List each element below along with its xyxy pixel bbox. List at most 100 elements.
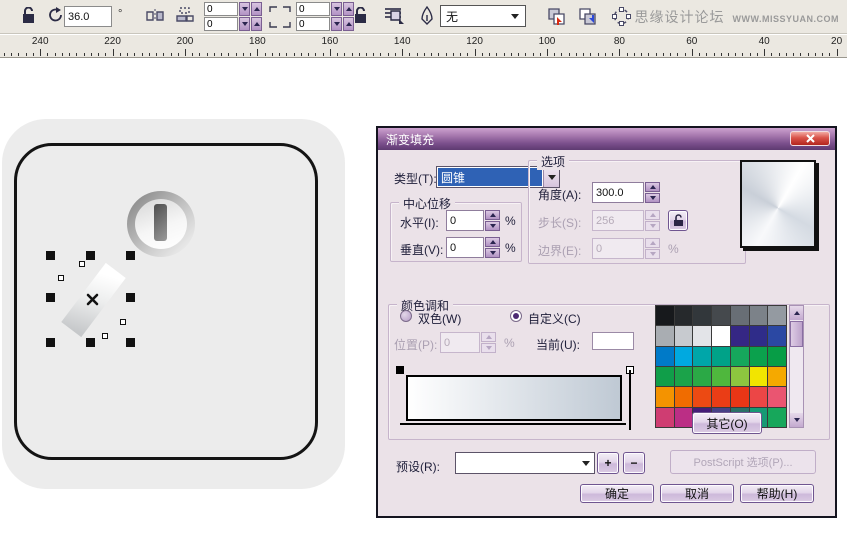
rotation-angle-input[interactable] <box>64 6 112 27</box>
cancel-button[interactable]: 取消 <box>660 484 734 503</box>
palette-color[interactable] <box>656 367 674 386</box>
palette-color[interactable] <box>712 306 730 325</box>
palette-color[interactable] <box>675 326 693 345</box>
horizontal-ruler[interactable]: 24022020018016014012010080604020 <box>0 35 847 58</box>
palette-color[interactable] <box>750 367 768 386</box>
curve-node[interactable] <box>58 275 64 281</box>
palette-color[interactable] <box>675 387 693 406</box>
selection-handle[interactable] <box>126 338 135 347</box>
spin-down-button[interactable] <box>331 17 342 31</box>
pen-nib-icon[interactable] <box>421 6 433 26</box>
palette-color[interactable] <box>675 347 693 366</box>
gradient-strip[interactable] <box>406 375 622 421</box>
selection-handle[interactable] <box>126 251 135 260</box>
palette-color[interactable] <box>693 326 711 345</box>
palette-color[interactable] <box>712 326 730 345</box>
dialog-titlebar[interactable]: 渐变填充 <box>378 128 835 150</box>
selection-handle[interactable] <box>46 251 55 260</box>
palette-color[interactable] <box>731 306 749 325</box>
object-center-x-icon[interactable] <box>86 293 99 306</box>
curve-node[interactable] <box>102 333 108 339</box>
palette-color[interactable] <box>768 387 786 406</box>
help-button[interactable]: 帮助(H) <box>740 484 814 503</box>
palette-color[interactable] <box>750 347 768 366</box>
outline-width-select[interactable]: 无 <box>440 5 526 27</box>
size-y-input[interactable] <box>296 17 330 31</box>
scroll-up-button[interactable] <box>790 306 803 320</box>
selection-handle[interactable] <box>46 338 55 347</box>
steps-lock-button[interactable] <box>668 210 688 231</box>
scroll-down-button[interactable] <box>790 413 803 427</box>
angle-input[interactable] <box>592 182 644 203</box>
palette-scrollbar[interactable] <box>789 305 804 428</box>
palette-color[interactable] <box>675 408 693 427</box>
selection-handle[interactable] <box>126 293 135 302</box>
chevron-down-icon[interactable] <box>578 453 594 473</box>
palette-color[interactable] <box>675 306 693 325</box>
spin-up-button[interactable] <box>251 17 262 31</box>
palette-color[interactable] <box>693 347 711 366</box>
palette-color[interactable] <box>656 408 674 427</box>
close-button[interactable] <box>790 131 830 146</box>
wrap-text-icon[interactable] <box>384 6 406 26</box>
palette-color[interactable] <box>731 367 749 386</box>
selection-handle[interactable] <box>46 293 55 302</box>
horizontal-input[interactable] <box>446 210 484 231</box>
spin-up-button[interactable] <box>343 17 354 31</box>
spin-up-button[interactable] <box>343 2 354 16</box>
palette-color[interactable] <box>768 408 786 427</box>
angle-spinner[interactable] <box>645 182 660 203</box>
selection-handle[interactable] <box>86 251 95 260</box>
keyhole-slot-shape[interactable] <box>154 204 167 241</box>
spin-down-button[interactable] <box>239 2 250 16</box>
palette-color[interactable] <box>656 326 674 345</box>
lock-icon[interactable] <box>22 7 35 24</box>
palette-color[interactable] <box>675 367 693 386</box>
palette-color[interactable] <box>750 306 768 325</box>
preset-add-button[interactable]: + <box>597 452 619 474</box>
lock-ratio-icon[interactable] <box>354 7 367 24</box>
palette-color[interactable] <box>712 367 730 386</box>
curve-node[interactable] <box>79 261 85 267</box>
palette-color[interactable] <box>750 387 768 406</box>
palette-color[interactable] <box>731 326 749 345</box>
palette-color[interactable] <box>731 387 749 406</box>
others-button[interactable]: 其它(O) <box>692 412 762 434</box>
palette-color[interactable] <box>712 347 730 366</box>
palette-color[interactable] <box>768 367 786 386</box>
mirror-vertical-icon[interactable] <box>176 7 194 23</box>
palette-color[interactable] <box>712 387 730 406</box>
custom-radio[interactable] <box>510 310 522 322</box>
palette-color[interactable] <box>768 326 786 345</box>
scrollbar-thumb[interactable] <box>790 321 803 347</box>
vertical-input[interactable] <box>446 237 484 258</box>
rotate-icon[interactable] <box>48 7 64 23</box>
palette-color[interactable] <box>693 387 711 406</box>
palette-color[interactable] <box>693 367 711 386</box>
palette-color[interactable] <box>768 347 786 366</box>
curve-node[interactable] <box>120 319 126 325</box>
rotation-handles-icon[interactable] <box>612 7 631 26</box>
palette-color[interactable] <box>693 306 711 325</box>
spin-up-button[interactable] <box>251 2 262 16</box>
position-x-input[interactable] <box>204 2 238 16</box>
palette-color[interactable] <box>656 347 674 366</box>
size-x-input[interactable] <box>296 2 330 16</box>
two-color-radio[interactable] <box>400 310 412 322</box>
palette-color[interactable] <box>750 326 768 345</box>
vertical-spinner[interactable] <box>485 237 500 258</box>
spin-down-button[interactable] <box>331 2 342 16</box>
palette-color[interactable] <box>731 347 749 366</box>
palette-color[interactable] <box>656 387 674 406</box>
ok-button[interactable]: 确定 <box>580 484 654 503</box>
gradient-start-marker[interactable] <box>396 366 404 374</box>
horizontal-spinner[interactable] <box>485 210 500 231</box>
spin-down-button[interactable] <box>239 17 250 31</box>
mirror-horizontal-icon[interactable] <box>146 7 164 23</box>
preset-remove-button[interactable]: − <box>623 452 645 474</box>
current-color-swatch[interactable] <box>592 332 634 350</box>
selection-handle[interactable] <box>86 338 95 347</box>
to-back-icon[interactable] <box>547 7 567 25</box>
position-y-input[interactable] <box>204 17 238 31</box>
palette-color[interactable] <box>656 306 674 325</box>
